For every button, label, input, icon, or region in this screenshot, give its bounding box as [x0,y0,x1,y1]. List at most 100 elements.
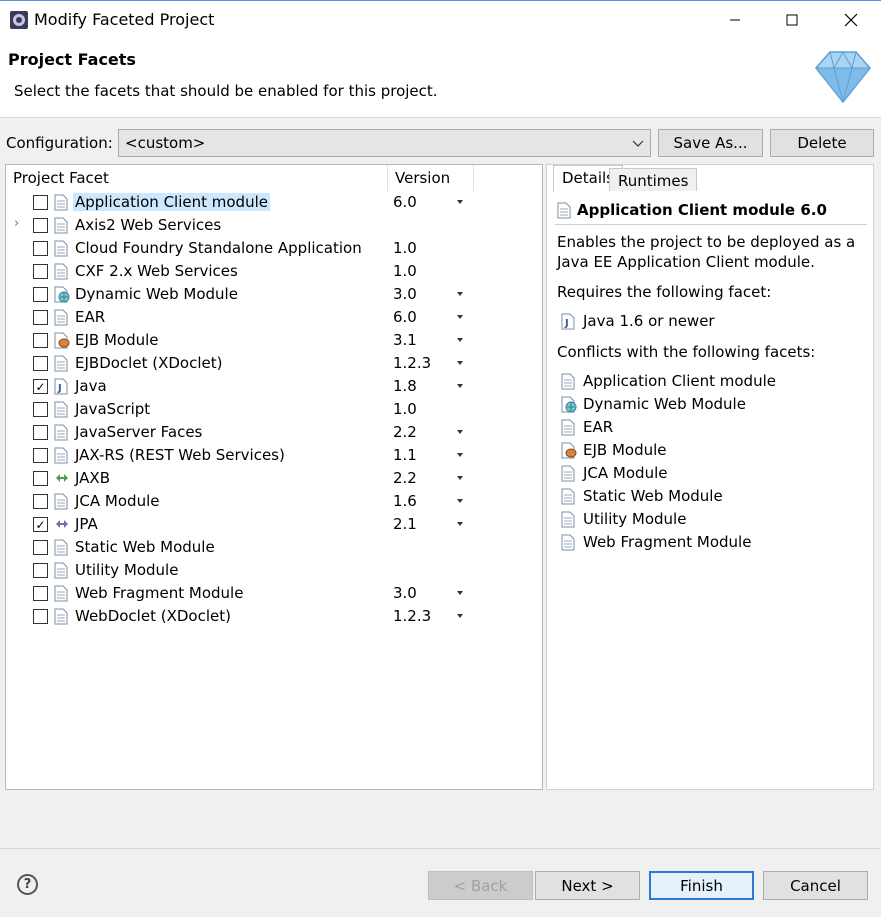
list-item-label: Application Client module [583,372,776,390]
facet-version[interactable]: 3.1 [393,331,417,349]
version-dropdown-icon[interactable] [457,499,463,503]
version-dropdown-icon[interactable] [457,476,463,480]
table-row[interactable]: › Axis2 Web Services [6,214,542,237]
facet-version[interactable]: 3.0 [393,285,417,303]
web-globe-icon [54,286,70,303]
version-dropdown-icon[interactable] [457,614,463,618]
facet-checkbox[interactable] [33,609,48,624]
facet-version[interactable]: 6.0 [393,308,417,326]
version-dropdown-icon[interactable] [457,522,463,526]
facet-version[interactable]: 1.2.3 [393,354,431,372]
table-row[interactable]: JCA Module 1.6 [6,490,542,513]
column-header-facet[interactable]: Project Facet [6,165,388,191]
next-button[interactable]: Next > [535,871,640,900]
web-globe-icon [561,396,577,413]
close-button[interactable] [822,1,880,39]
facet-checkbox[interactable] [33,241,48,256]
facet-version[interactable]: 2.2 [393,423,417,441]
jpa-arrows-icon [54,516,70,533]
back-button[interactable]: < Back [428,871,533,900]
facet-checkbox[interactable] [33,356,48,371]
facet-checkbox[interactable] [33,425,48,440]
table-row[interactable]: WebDoclet (XDoclet) 1.2.3 [6,605,542,628]
facet-version[interactable]: 2.2 [393,469,417,487]
facet-checkbox[interactable] [33,563,48,578]
facet-checkbox[interactable] [33,540,48,555]
details-divider [555,224,867,225]
version-dropdown-icon[interactable] [457,338,463,342]
facet-checkbox[interactable] [33,195,48,210]
table-row[interactable]: EJB Module 3.1 [6,329,542,352]
facet-checkbox[interactable] [33,218,48,233]
version-dropdown-icon[interactable] [457,200,463,204]
version-dropdown-icon[interactable] [457,292,463,296]
facet-version[interactable]: 2.1 [393,515,417,533]
details-title: Application Client module 6.0 [557,201,827,219]
table-row[interactable]: ✓ J Java 1.8 [6,375,542,398]
version-dropdown-icon[interactable] [457,315,463,319]
minimize-button[interactable] [706,1,764,39]
finish-button[interactable]: Finish [649,871,754,900]
facet-checkbox[interactable] [33,333,48,348]
table-row[interactable]: Web Fragment Module 3.0 [6,582,542,605]
file-icon [561,511,577,528]
facet-checkbox[interactable] [33,494,48,509]
list-item-label: Static Web Module [583,487,723,505]
facet-checkbox[interactable]: ✓ [33,517,48,532]
facet-label: CXF 2.x Web Services [75,262,238,280]
version-dropdown-icon[interactable] [457,591,463,595]
table-row[interactable]: Dynamic Web Module 3.0 [6,283,542,306]
table-row[interactable]: ✓ JPA 2.1 [6,513,542,536]
delete-button[interactable]: Delete [770,129,874,157]
facet-version[interactable]: 1.2.3 [393,607,431,625]
table-row[interactable]: JAX-RS (REST Web Services) 1.1 [6,444,542,467]
table-row[interactable]: Static Web Module [6,536,542,559]
table-row[interactable]: Utility Module [6,559,542,582]
facet-checkbox[interactable] [33,310,48,325]
facet-version[interactable]: 3.0 [393,584,417,602]
list-item: EJB Module [561,439,861,462]
facet-version[interactable]: 1.1 [393,446,417,464]
help-button[interactable]: ? [17,874,38,895]
facet-checkbox[interactable] [33,471,48,486]
facet-label: EJBDoclet (XDoclet) [75,354,223,372]
save-as-button[interactable]: Save As... [658,129,763,157]
column-header-version[interactable]: Version [388,165,474,191]
version-dropdown-icon[interactable] [457,430,463,434]
list-item-label: Dynamic Web Module [583,395,746,413]
facet-checkbox[interactable] [33,287,48,302]
facet-label: JavaServer Faces [75,423,203,441]
facet-version[interactable]: 1.6 [393,492,417,510]
list-item-label: Web Fragment Module [583,533,752,551]
facet-checkbox[interactable] [33,586,48,601]
facet-label: Java [75,377,107,395]
facet-version[interactable]: 6.0 [393,193,417,211]
table-row[interactable]: EAR 6.0 [6,306,542,329]
facet-label: Cloud Foundry Standalone Application [75,239,362,257]
jaxb-arrows-icon [54,470,70,487]
facet-version: 1.0 [393,400,417,418]
facet-checkbox[interactable] [33,448,48,463]
facet-checkbox[interactable] [33,402,48,417]
facet-checkbox[interactable] [33,264,48,279]
facet-version[interactable]: 1.8 [393,377,417,395]
version-dropdown-icon[interactable] [457,384,463,388]
version-dropdown-icon[interactable] [457,453,463,457]
facet-label: JPA [75,515,98,533]
facet-checkbox[interactable]: ✓ [33,379,48,394]
expand-chevron-icon[interactable]: › [14,216,19,231]
diamond-icon [814,51,872,104]
tab-runtimes[interactable]: Runtimes [609,168,698,191]
table-row[interactable]: JAXB 2.2 [6,467,542,490]
table-row[interactable]: EJBDoclet (XDoclet) 1.2.3 [6,352,542,375]
version-dropdown-icon[interactable] [457,361,463,365]
table-row[interactable]: Application Client module 6.0 [6,191,542,214]
table-row[interactable]: JavaScript 1.0 [6,398,542,421]
table-row[interactable]: CXF 2.x Web Services 1.0 [6,260,542,283]
table-row[interactable]: JavaServer Faces 2.2 [6,421,542,444]
svg-text:J: J [57,383,62,394]
cancel-button[interactable]: Cancel [763,871,868,900]
configuration-select[interactable]: <custom> [118,129,651,157]
maximize-button[interactable] [763,1,821,39]
table-row[interactable]: Cloud Foundry Standalone Application 1.0 [6,237,542,260]
